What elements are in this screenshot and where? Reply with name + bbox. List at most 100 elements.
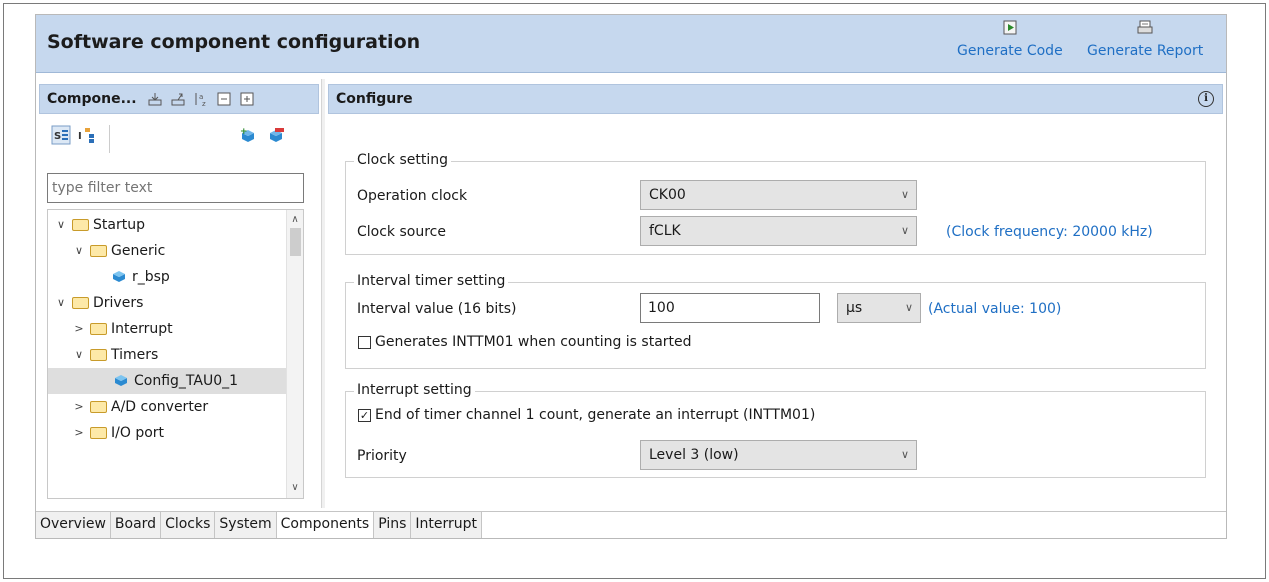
- tree-item-ad-converter[interactable]: > A/D converter: [72, 394, 208, 420]
- import-icon[interactable]: [147, 91, 163, 107]
- end-of-count-interrupt-checkbox[interactable]: ✓ End of timer channel 1 count, generate…: [358, 407, 815, 423]
- report-icon: [1137, 20, 1153, 34]
- clock-setting-group: Clock setting Operation clock CK00 ∨ Clo…: [345, 152, 1206, 255]
- tree-item-label: r_bsp: [132, 269, 170, 285]
- tree-item-generic[interactable]: ∨ Generic: [72, 238, 165, 264]
- components-panel-body: S I + ∨ Startup ∨ Generic: [39, 117, 319, 508]
- header-bar: Software component configuration Generat…: [36, 15, 1226, 73]
- chevron-down-icon[interactable]: ∨: [54, 290, 68, 316]
- generate-code-icon: [1003, 20, 1017, 35]
- chevron-down-icon: ∨: [900, 448, 909, 461]
- category-view-icon[interactable]: S: [51, 125, 71, 145]
- generate-report-label: Generate Report: [1087, 43, 1204, 59]
- group-title: Clock setting: [354, 152, 452, 168]
- component-actions-toolbar: +: [239, 127, 285, 145]
- interval-unit-select[interactable]: µs ∨: [837, 293, 921, 323]
- tab-clocks[interactable]: Clocks: [161, 512, 216, 538]
- checkbox-checked-icon[interactable]: ✓: [358, 408, 371, 422]
- generate-report-button[interactable]: Generate Report: [1087, 19, 1203, 59]
- chevron-right-icon[interactable]: >: [72, 420, 86, 446]
- view-toolbar: S I: [51, 125, 110, 153]
- tree-item-label: Config_TAU0_1: [134, 373, 239, 389]
- configure-panel: Configure i Clock setting Operation cloc…: [325, 79, 1226, 508]
- bottom-tab-bar: Overview Board Clocks System Components …: [36, 511, 1226, 538]
- tab-board[interactable]: Board: [110, 512, 162, 538]
- component-icon: [113, 271, 125, 282]
- scroll-down-icon[interactable]: ∨: [287, 480, 303, 496]
- page-title: Software component configuration: [47, 31, 421, 53]
- export-icon[interactable]: [170, 91, 186, 107]
- tree-item-label: Timers: [111, 347, 159, 363]
- interval-value-label: Interval value (16 bits): [357, 301, 517, 317]
- chevron-down-icon[interactable]: ∨: [72, 238, 86, 264]
- components-panel-header: Compone... az: [39, 84, 319, 114]
- folder-icon: [90, 427, 107, 439]
- tree-item-timers[interactable]: ∨ Timers: [72, 342, 158, 368]
- folder-icon: [90, 401, 107, 413]
- svg-text:+: +: [240, 127, 248, 137]
- tree-item-startup[interactable]: ∨ Startup: [54, 212, 145, 238]
- clock-source-label: Clock source: [357, 224, 446, 240]
- interval-timer-group: Interval timer setting Interval value (1…: [345, 273, 1206, 369]
- configure-panel-title: Configure: [336, 91, 413, 107]
- svg-text:I: I: [78, 131, 82, 142]
- scroll-up-icon[interactable]: ∧: [287, 212, 303, 228]
- add-component-icon[interactable]: +: [239, 127, 257, 145]
- folder-icon: [90, 349, 107, 361]
- collapse-all-icon[interactable]: [216, 91, 232, 107]
- tree-item-io-port[interactable]: > I/O port: [72, 420, 164, 446]
- tab-overview[interactable]: Overview: [36, 512, 111, 538]
- priority-select[interactable]: Level 3 (low) ∨: [640, 440, 917, 470]
- tree-scrollbar[interactable]: ∧ ∨: [286, 210, 303, 498]
- tree-item-label: Interrupt: [111, 321, 173, 337]
- folder-icon: [72, 297, 89, 309]
- folder-icon: [90, 245, 107, 257]
- chevron-down-icon: ∨: [904, 301, 913, 314]
- tab-system[interactable]: System: [215, 512, 277, 538]
- actual-value-text: (Actual value: 100): [928, 301, 1062, 317]
- chevron-down-icon[interactable]: ∨: [54, 212, 68, 238]
- scroll-thumb[interactable]: [290, 228, 301, 256]
- interrupt-setting-group: Interrupt setting ✓ End of timer channel…: [345, 382, 1206, 478]
- tree-item-label: Generic: [111, 243, 166, 259]
- chevron-down-icon: ∨: [900, 188, 909, 201]
- filter-input[interactable]: [47, 173, 304, 203]
- tree-item-interrupt[interactable]: > Interrupt: [72, 316, 173, 342]
- component-tree[interactable]: ∨ Startup ∨ Generic r_bsp ∨ Drivers > In…: [47, 209, 304, 499]
- tree-item-drivers[interactable]: ∨ Drivers: [54, 290, 143, 316]
- select-value: CK00: [649, 187, 686, 203]
- tab-pins[interactable]: Pins: [374, 512, 412, 538]
- chevron-down-icon[interactable]: ∨: [72, 342, 86, 368]
- chevron-right-icon[interactable]: >: [72, 316, 86, 342]
- component-icon: [115, 375, 127, 386]
- toolbar-separator: [109, 125, 110, 153]
- tree-item-r-bsp[interactable]: r_bsp: [112, 264, 170, 290]
- tree-item-config-tau0-1[interactable]: Config_TAU0_1: [48, 368, 286, 394]
- expand-all-icon[interactable]: [239, 91, 255, 107]
- tree-item-label: Startup: [93, 217, 145, 233]
- chevron-right-icon[interactable]: >: [72, 394, 86, 420]
- info-icon[interactable]: i: [1198, 91, 1214, 107]
- generates-inttm01-checkbox[interactable]: Generates INTTM01 when counting is start…: [358, 334, 692, 350]
- components-panel: Compone... az S I + ∨: [36, 79, 321, 508]
- group-title: Interval timer setting: [354, 273, 509, 289]
- tab-interrupt[interactable]: Interrupt: [411, 512, 483, 538]
- generate-code-button[interactable]: Generate Code: [957, 19, 1063, 59]
- clock-frequency-text: (Clock frequency: 20000 kHz): [946, 224, 1153, 240]
- tab-components[interactable]: Components: [276, 512, 375, 538]
- folder-icon: [72, 219, 89, 231]
- configure-panel-header: Configure i: [328, 84, 1223, 114]
- svg-text:S: S: [54, 131, 61, 142]
- operation-clock-label: Operation clock: [357, 188, 468, 204]
- hierarchy-view-icon[interactable]: I: [77, 125, 97, 145]
- remove-component-icon[interactable]: [267, 127, 285, 145]
- folder-icon: [90, 323, 107, 335]
- clock-source-select[interactable]: fCLK ∨: [640, 216, 917, 246]
- generate-code-label: Generate Code: [957, 43, 1063, 59]
- operation-clock-select[interactable]: CK00 ∨: [640, 180, 917, 210]
- components-toolbar: az: [147, 91, 255, 107]
- interval-value-input[interactable]: 100: [640, 293, 820, 323]
- sort-az-icon[interactable]: az: [193, 91, 209, 107]
- checkbox-box[interactable]: [358, 335, 371, 349]
- select-value: Level 3 (low): [649, 447, 739, 463]
